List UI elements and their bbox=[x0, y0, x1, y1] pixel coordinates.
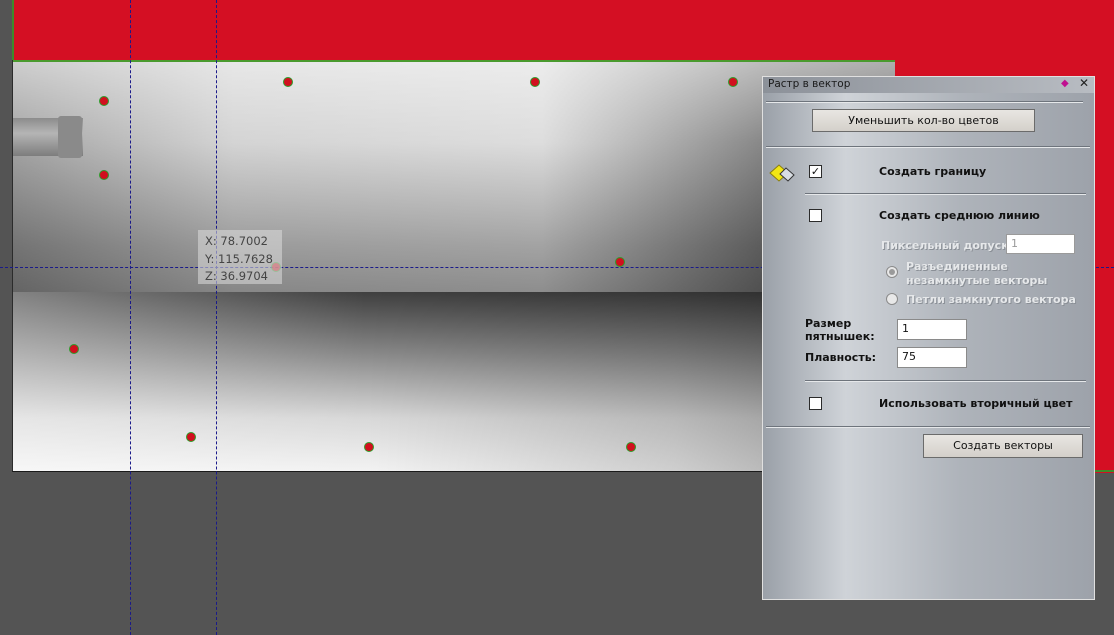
coord-z: Z: 36.9704 bbox=[205, 269, 268, 283]
disconnected-vectors-line1: Разъединенные bbox=[906, 260, 1008, 273]
control-point[interactable] bbox=[99, 170, 109, 180]
radio-dot bbox=[889, 269, 895, 275]
speck-size-line2: пятнышек: bbox=[805, 330, 875, 343]
vertical-guide[interactable] bbox=[216, 0, 217, 635]
create-centerline-checkbox[interactable] bbox=[809, 209, 822, 222]
panel-title: Растр в вектор bbox=[768, 78, 851, 90]
create-border-label: Создать границу bbox=[879, 165, 987, 178]
panel-title-bar[interactable]: Растр в вектор ◆ ✕ bbox=[763, 76, 1094, 93]
control-point[interactable] bbox=[283, 77, 293, 87]
use-secondary-color-checkbox[interactable] bbox=[809, 397, 822, 410]
closed-loop-vectors-label: Петли замкнутого вектора bbox=[906, 293, 1076, 306]
smoothness-input[interactable]: 75 bbox=[897, 347, 967, 368]
pixel-tolerance-input[interactable]: 1 bbox=[1006, 234, 1075, 254]
coord-x: X: 78.7002 bbox=[205, 234, 268, 248]
disconnected-vectors-label: Разъединенные незамкнутые векторы bbox=[906, 260, 1047, 288]
close-icon[interactable]: ✕ bbox=[1079, 76, 1089, 90]
speck-size-line1: Размер bbox=[805, 317, 852, 330]
divider bbox=[805, 380, 1086, 381]
pin-icon[interactable]: ◆ bbox=[1061, 78, 1069, 89]
edge-line bbox=[1092, 470, 1114, 472]
divider bbox=[766, 101, 1083, 102]
red-region-top bbox=[14, 0, 1114, 62]
create-centerline-label: Создать среднюю линию bbox=[879, 209, 1040, 222]
diamond-tool-icon[interactable] bbox=[768, 162, 798, 184]
control-point[interactable] bbox=[728, 77, 738, 87]
speck-size-input[interactable]: 1 bbox=[897, 319, 967, 340]
control-point[interactable] bbox=[186, 432, 196, 442]
divider bbox=[766, 146, 1090, 147]
reduce-colors-button[interactable]: Уменьшить кол-во цветов bbox=[812, 109, 1035, 132]
smoothness-label: Плавность: bbox=[805, 351, 877, 364]
control-point[interactable] bbox=[364, 442, 374, 452]
control-point[interactable] bbox=[530, 77, 540, 87]
divider bbox=[766, 426, 1090, 427]
disconnected-vectors-line2: незамкнутые векторы bbox=[906, 274, 1048, 287]
control-point[interactable] bbox=[69, 344, 79, 354]
speck-size-label: Размер пятнышек: bbox=[805, 317, 875, 343]
control-point[interactable] bbox=[615, 257, 625, 267]
create-border-checkbox[interactable]: ✓ bbox=[809, 165, 822, 178]
control-point[interactable] bbox=[99, 96, 109, 106]
closed-loop-vectors-radio[interactable] bbox=[886, 293, 898, 305]
disconnected-vectors-radio[interactable] bbox=[886, 266, 898, 278]
use-secondary-color-label: Использовать вторичный цвет bbox=[879, 397, 1073, 410]
create-border-checkmark: ✓ bbox=[810, 165, 821, 178]
create-vectors-button[interactable]: Создать векторы bbox=[923, 434, 1083, 458]
coordinate-readout: X: 78.7002 Y: 115.7628 Z: 36.9704 bbox=[198, 230, 282, 284]
coord-y: Y: 115.7628 bbox=[205, 251, 273, 266]
pixel-tolerance-label: Пиксельный допуск: bbox=[881, 239, 1014, 252]
control-point[interactable] bbox=[626, 442, 636, 452]
edge-line bbox=[12, 0, 14, 62]
vertical-guide[interactable] bbox=[130, 0, 131, 635]
divider bbox=[805, 193, 1086, 194]
